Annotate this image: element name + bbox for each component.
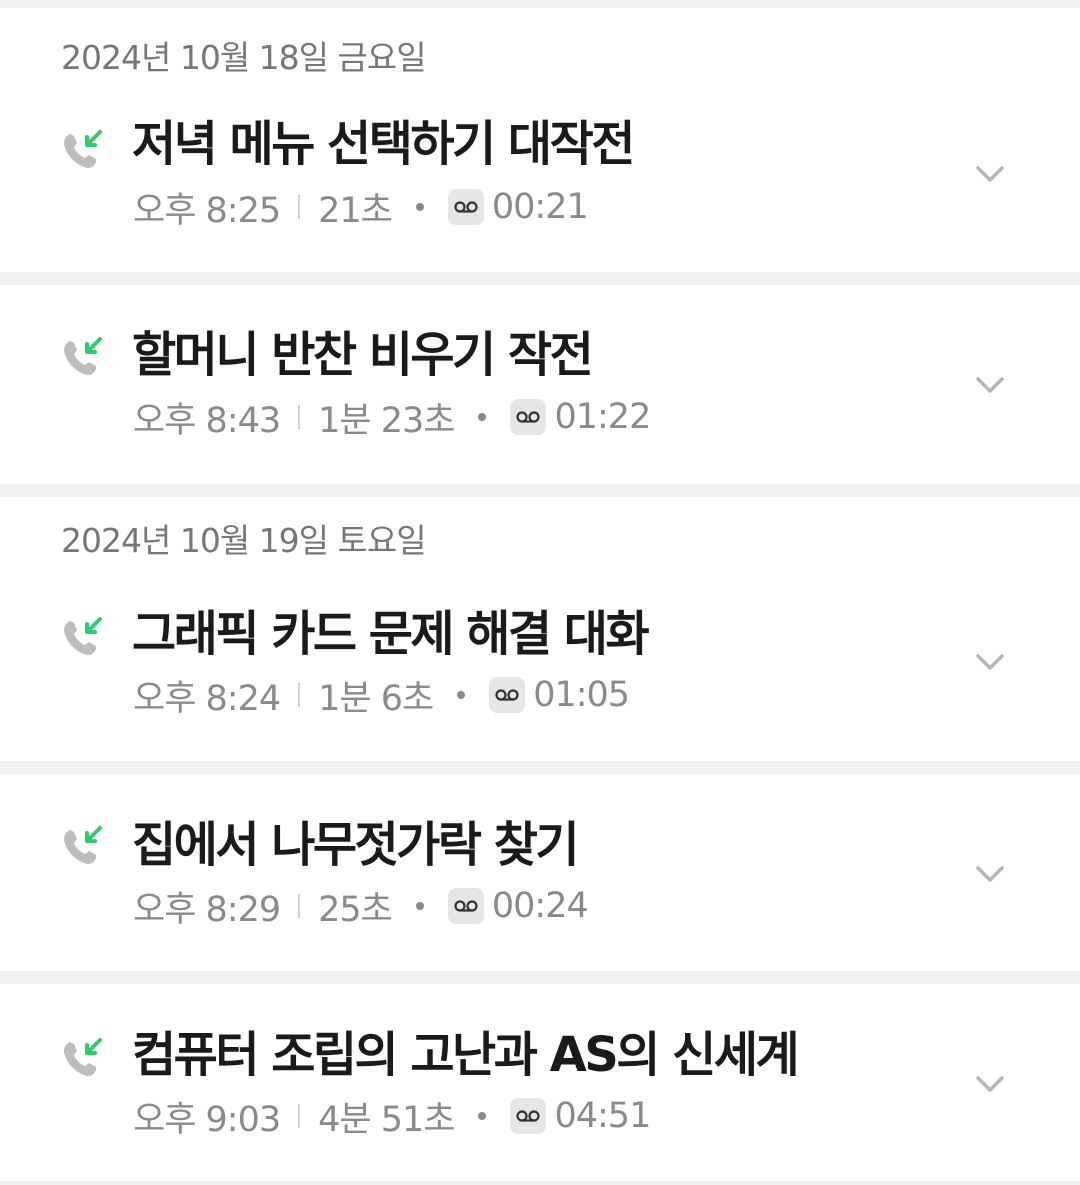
call-title: 저녁 메뉴 선택하기 대작전: [132, 116, 635, 172]
call-time: 오후 8:43: [133, 400, 281, 441]
incoming-call-icon: [60, 615, 106, 661]
dot-separator: [457, 691, 466, 699]
chevron-down-icon[interactable]: [970, 160, 1010, 188]
call-title: 집에서 나무젓가락 찾기: [132, 817, 580, 873]
chevron-down-icon[interactable]: [970, 1070, 1010, 1098]
recording-length: 04:51: [554, 1096, 651, 1136]
incoming-call-icon: [60, 824, 106, 870]
call-log-card[interactable]: 집에서 나무젓가락 찾기 오후 8:29 25초 00:24: [0, 774, 1080, 971]
chevron-down-icon[interactable]: [970, 648, 1010, 676]
voicemail-icon: [510, 1098, 547, 1134]
call-duration: 1분 6초: [318, 678, 434, 719]
incoming-call-icon: [60, 335, 106, 381]
call-time: 오후 8:25: [133, 190, 281, 231]
call-log-card[interactable]: 컴퓨터 조립의 고난과 AS의 신세계 오후 9:03 4분 51초 04:51: [0, 984, 1080, 1181]
separator: [298, 683, 301, 707]
recording-length: 01:22: [554, 397, 651, 437]
voicemail-icon: [447, 189, 484, 225]
dot-separator: [415, 203, 424, 211]
call-meta: 오후 9:03 4분 51초 04:51: [133, 1094, 651, 1140]
call-meta: 오후 8:25 21초 00:21: [133, 185, 589, 231]
chevron-down-icon[interactable]: [970, 860, 1010, 888]
separator: [298, 195, 301, 219]
call-meta: 오후 8:29 25초 00:24: [133, 884, 589, 930]
call-meta: 오후 8:43 1분 23초 01:22: [133, 395, 651, 441]
call-duration: 21초: [318, 190, 393, 231]
call-title: 그래픽 카드 문제 해결 대화: [132, 606, 650, 662]
call-meta: 오후 8:24 1분 6초 01:05: [133, 673, 630, 719]
incoming-call-icon: [60, 128, 106, 174]
separator: [298, 405, 301, 429]
date-header: 2024년 10월 18일 금요일: [61, 38, 427, 77]
call-log-list: 2024년 10월 18일 금요일 저녁 메뉴 선택하기 대작전 오후 8:25…: [0, 0, 1080, 1185]
voicemail-icon: [510, 399, 547, 435]
call-time: 오후 8:24: [133, 678, 281, 719]
call-log-card[interactable]: 할머니 반찬 비우기 작전 오후 8:43 1분 23초 01:22: [0, 285, 1080, 484]
call-time: 오후 9:03: [133, 1099, 281, 1140]
chevron-down-icon[interactable]: [970, 371, 1010, 399]
call-time: 오후 8:29: [133, 889, 281, 930]
voicemail-icon: [489, 677, 526, 713]
call-log-card[interactable]: 2024년 10월 18일 금요일 저녁 메뉴 선택하기 대작전 오후 8:25…: [0, 8, 1080, 272]
call-log-card[interactable]: 2024년 10월 19일 토요일 그래픽 카드 문제 해결 대화 오후 8:2…: [0, 497, 1080, 761]
date-header: 2024년 10월 19일 토요일: [61, 521, 427, 560]
separator: [298, 1104, 301, 1128]
call-duration: 4분 51초: [318, 1099, 455, 1140]
recording-length: 00:21: [491, 187, 589, 227]
dot-separator: [478, 413, 487, 421]
dot-separator: [478, 1112, 487, 1120]
call-title: 컴퓨터 조립의 고난과 AS의 신세계: [132, 1027, 800, 1083]
separator: [298, 894, 301, 918]
call-duration: 25초: [318, 889, 393, 930]
dot-separator: [415, 902, 424, 910]
call-duration: 1분 23초: [318, 400, 455, 441]
voicemail-icon: [447, 888, 484, 924]
recording-length: 01:05: [533, 675, 630, 715]
call-title: 할머니 반찬 비우기 작전: [132, 327, 594, 383]
recording-length: 00:24: [491, 886, 589, 926]
incoming-call-icon: [60, 1036, 106, 1082]
